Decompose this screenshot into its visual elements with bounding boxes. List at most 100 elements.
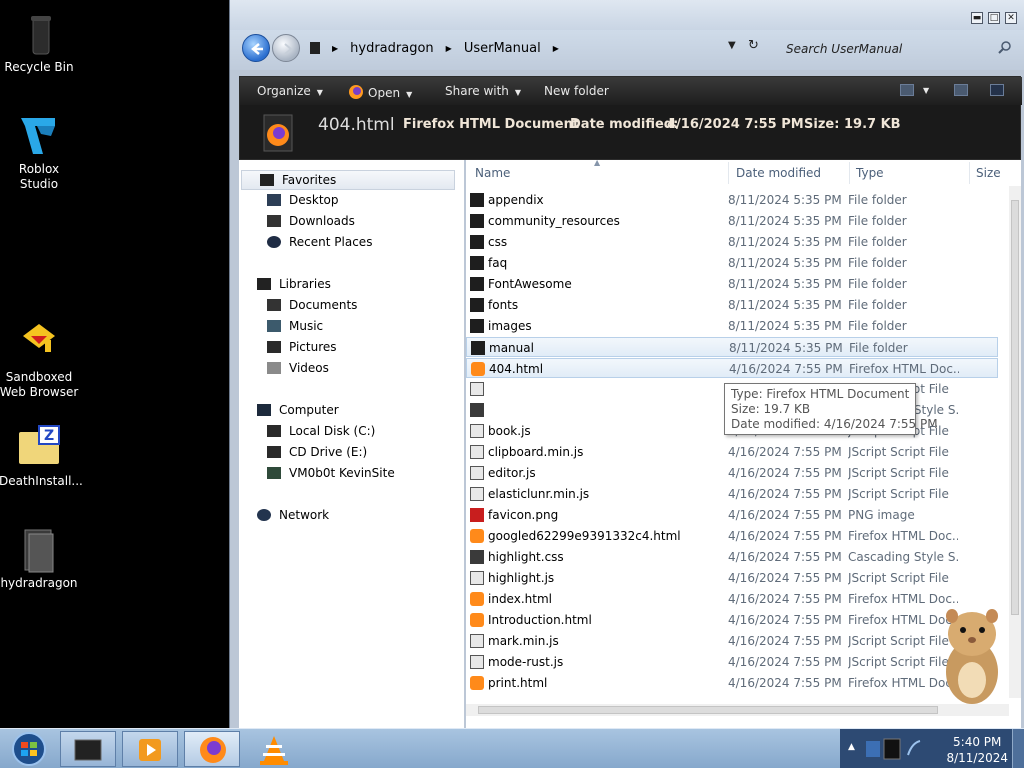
close-button[interactable]: ✕ [1005, 12, 1017, 24]
taskbar-firefox-button[interactable] [184, 731, 240, 767]
back-button[interactable] [242, 34, 270, 62]
file-row[interactable]: 404.html 4/16/2024 7:55 PM Firefox HTML Do… [466, 358, 998, 378]
breadcrumb[interactable]: ▶ hydradragon ▶ UserManual ▶ [310, 37, 768, 59]
nav-favorites[interactable]: Favorites [241, 170, 455, 190]
file-row[interactable]: mark.min.js 4/16/2024 7:55 PM JScript Scri… [466, 631, 998, 651]
nav-local-disk[interactable]: Local Disk (C:) [267, 421, 375, 441]
breadcrumb-item[interactable]: UserManual [464, 41, 541, 56]
file-date: 4/16/2024 7:55 PM [728, 508, 842, 522]
file-row[interactable]: elasticlunr.min.js 4/16/2024 7:55 PM JScri… [466, 484, 998, 504]
file-row[interactable]: manual 8/11/2024 5:35 PM File folder [466, 337, 998, 357]
nav-videos[interactable]: Videos [267, 358, 329, 378]
breadcrumb-chevron-icon[interactable]: ▶ [446, 44, 452, 53]
view-dropdown-icon[interactable]: ▼ [923, 86, 929, 95]
network-drive-icon [267, 467, 281, 479]
desktop-icon-deathinstall[interactable]: Z DeathInstall... [0, 424, 83, 489]
desktop-icon [267, 194, 281, 206]
nav-downloads[interactable]: Downloads [267, 211, 355, 231]
new-folder-button[interactable]: New folder [544, 84, 609, 98]
scrollbar-thumb[interactable] [1011, 200, 1019, 615]
command-bar: Organize ▼ Open ▼ Share with ▼ New folder ▼… [239, 76, 1022, 160]
file-name: favicon.png [488, 508, 559, 522]
desktop-icon-label: Roblox Studio [18, 162, 60, 191]
breadcrumb-chevron-icon[interactable]: ▶ [332, 44, 338, 53]
desktop-icon-hydradragon[interactable]: hydradragon [0, 526, 79, 591]
nav-desktop[interactable]: Desktop [267, 190, 339, 210]
file-row[interactable]: fonts 8/11/2024 5:35 PM File folder [466, 295, 998, 315]
scrollbar-thumb[interactable] [478, 706, 938, 714]
nav-computer[interactable]: Computer [257, 400, 339, 420]
file-date: 8/11/2024 5:35 PM [728, 214, 842, 228]
address-dropdown-icon[interactable]: ▼ [728, 40, 736, 51]
file-row[interactable]: Introduction.html 4/16/2024 7:55 PM Firefo… [466, 610, 998, 630]
file-row[interactable]: community_resources 8/11/2024 5:35 PM File… [466, 211, 998, 231]
search-input[interactable]: Search UserManual [778, 37, 1018, 61]
clock[interactable]: 5:40 PM 8/11/2024 [946, 734, 1008, 766]
nav-network-drive[interactable]: VM0b0t KevinSite [267, 463, 395, 483]
file-name: highlight.css [488, 550, 564, 564]
file-row[interactable]: faq 8/11/2024 5:35 PM File folder [466, 253, 998, 273]
column-divider[interactable] [728, 162, 729, 184]
nav-libraries[interactable]: Libraries [257, 274, 331, 294]
horizontal-scrollbar[interactable] [466, 704, 1009, 716]
nav-cd-drive[interactable]: CD Drive (E:) [267, 442, 367, 462]
file-row[interactable]: mode-rust.js 4/16/2024 7:55 PM JScript Scr… [466, 652, 998, 672]
taskbar-vlc-button[interactable] [250, 731, 298, 767]
nav-network[interactable]: Network [257, 505, 329, 525]
vertical-scrollbar[interactable] [1009, 186, 1021, 698]
file-row[interactable]: editor.js 4/16/2024 7:55 PM JScript Script… [466, 463, 998, 483]
taskbar-media-player-button[interactable] [122, 731, 178, 767]
column-header-name[interactable]: Name [475, 166, 510, 180]
file-date: 4/16/2024 7:55 PM [728, 634, 842, 648]
forward-arrow-icon [284, 43, 293, 55]
maximize-button[interactable]: □ [988, 12, 1000, 24]
breadcrumb-item[interactable]: hydradragon [350, 41, 434, 56]
organize-button[interactable]: Organize ▼ [257, 84, 323, 98]
file-row[interactable]: highlight.js 4/16/2024 7:55 PM JScript Scr… [466, 568, 998, 588]
preview-pane-icon[interactable] [954, 84, 968, 96]
breadcrumb-chevron-icon[interactable]: ▶ [553, 44, 559, 53]
tray-icons[interactable] [864, 737, 924, 761]
column-divider[interactable] [969, 162, 970, 184]
column-header-date[interactable]: Date modified [736, 166, 821, 180]
file-date: 8/11/2024 5:35 PM [728, 235, 842, 249]
file-row[interactable]: appendix 8/11/2024 5:35 PM File folder [466, 190, 998, 210]
start-button[interactable] [4, 731, 54, 767]
refresh-icon[interactable]: ↻ [748, 38, 759, 53]
file-row[interactable]: FontAwesome 8/11/2024 5:35 PM File folder [466, 274, 998, 294]
file-name: index.html [488, 592, 552, 606]
nav-recent-places[interactable]: Recent Places [267, 232, 372, 252]
js-file-icon [470, 634, 484, 648]
forward-button[interactable] [272, 34, 300, 62]
file-date: 4/16/2024 7:55 PM [728, 571, 842, 585]
file-date: 4/16/2024 7:55 PM [728, 529, 842, 543]
minimize-button[interactable]: ▬ [971, 12, 983, 24]
column-header-type[interactable]: Type [856, 166, 884, 180]
file-row[interactable]: favicon.png 4/16/2024 7:55 PM PNG image [466, 505, 998, 525]
desktop-icon-roblox-studio[interactable]: Roblox Studio [0, 112, 79, 192]
file-row[interactable]: css 8/11/2024 5:35 PM File folder [466, 232, 998, 252]
file-type: File folder [848, 298, 907, 312]
file-row[interactable]: highlight.css 4/16/2024 7:55 PM Cascading … [466, 547, 998, 567]
column-header-size[interactable]: Size [976, 166, 1001, 180]
nav-music[interactable]: Music [267, 316, 323, 336]
title-bar[interactable]: ▬ □ ✕ [230, 0, 1024, 30]
file-row[interactable]: googled62299e9391332c4.html 4/16/2024 7:5… [466, 526, 998, 546]
show-desktop-button[interactable] [1012, 729, 1024, 768]
file-type: JScript Script File [848, 571, 949, 585]
nav-documents[interactable]: Documents [267, 295, 357, 315]
nav-pictures[interactable]: Pictures [267, 337, 337, 357]
change-view-icon[interactable] [900, 84, 914, 96]
share-with-button[interactable]: Share with ▼ [445, 84, 521, 98]
file-row[interactable]: print.html 4/16/2024 7:55 PM Firefox HTML … [466, 673, 998, 693]
file-row[interactable]: index.html 4/16/2024 7:55 PM Firefox HTML … [466, 589, 998, 609]
help-icon[interactable] [990, 84, 1004, 96]
taskbar-explorer-button[interactable] [60, 731, 116, 767]
desktop-icon-sandboxed-browser[interactable]: Sandboxed Web Browser [0, 320, 79, 400]
file-row[interactable]: clipboard.min.js 4/16/2024 7:55 PM JScript… [466, 442, 998, 462]
open-button[interactable]: Open ▼ [348, 84, 412, 100]
column-divider[interactable] [849, 162, 850, 184]
desktop-icon-recycle-bin[interactable]: Recycle Bin [0, 10, 79, 75]
file-row[interactable]: images 8/11/2024 5:35 PM File folder [466, 316, 998, 336]
show-hidden-icons-icon[interactable]: ▲ [848, 742, 855, 752]
